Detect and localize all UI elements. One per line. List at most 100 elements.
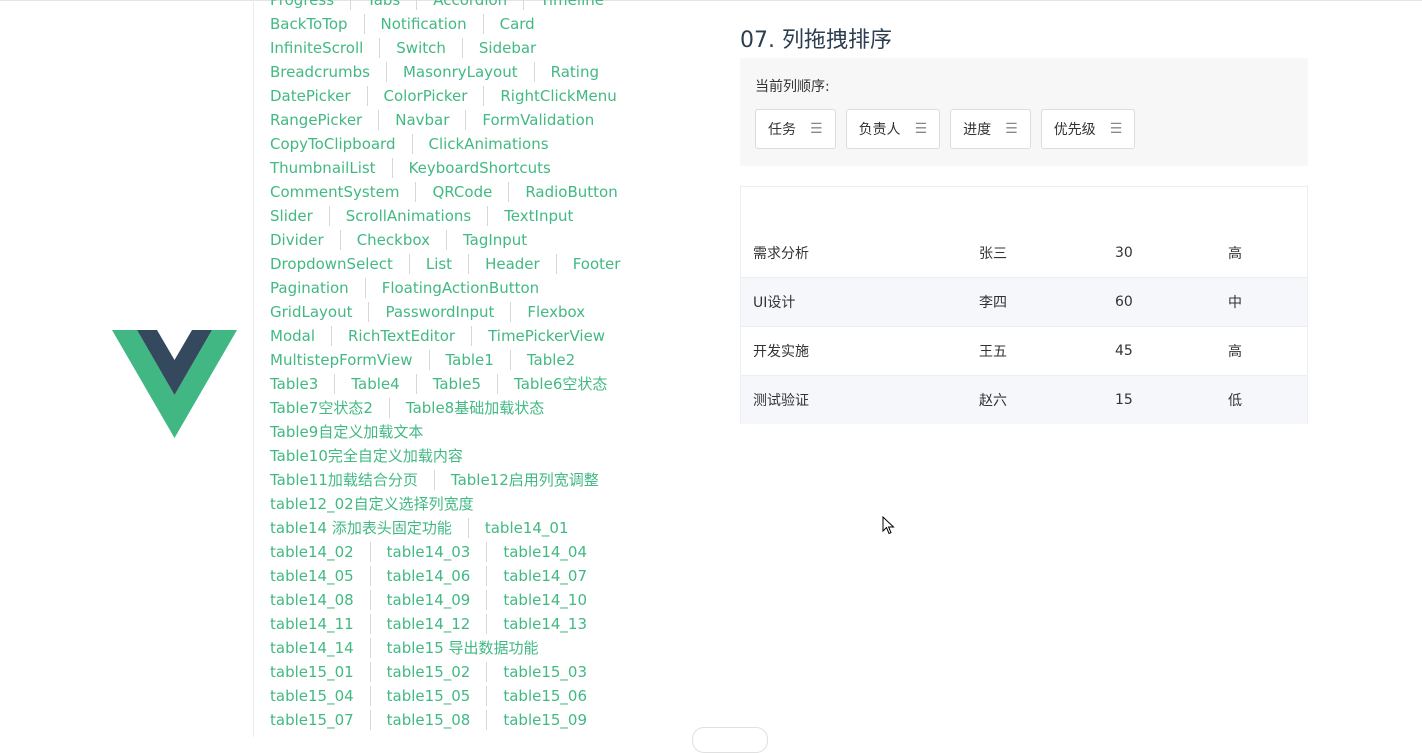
nav-link[interactable]: Footer	[555, 254, 637, 274]
nav-link[interactable]: CommentSystem	[254, 182, 415, 202]
nav-link[interactable]: InfiniteScroll	[254, 38, 379, 58]
nav-link[interactable]: table15_07	[254, 710, 370, 730]
nav-link[interactable]: PasswordInput	[368, 302, 510, 322]
nav-link[interactable]: Flexbox	[510, 302, 601, 322]
nav-link[interactable]: Divider	[254, 230, 340, 250]
nav-link[interactable]: Slider	[254, 206, 329, 226]
nav-link[interactable]: DatePicker	[254, 86, 367, 106]
nav-link[interactable]: FloatingActionButton	[364, 278, 555, 298]
nav-link[interactable]: Tabs	[350, 0, 416, 10]
column-chip[interactable]: 任务 ☰	[755, 109, 836, 149]
nav-link[interactable]: table14_10	[486, 590, 603, 610]
nav-link[interactable]: Sidebar	[461, 38, 552, 58]
nav-link[interactable]: table14_03	[369, 542, 487, 562]
nav-link[interactable]: table15_09	[486, 710, 603, 730]
nav-link[interactable]: Table11加载结合分页	[254, 470, 434, 490]
nav-link[interactable]: Table1	[428, 350, 510, 370]
nav-link[interactable]: table14_14	[254, 638, 370, 658]
nav-link[interactable]: table14_02	[254, 542, 370, 562]
nav-link[interactable]: RadioButton	[508, 182, 633, 202]
nav-link[interactable]: TextInput	[487, 206, 589, 226]
nav-row: table14_05 table14_06 table14_07	[254, 564, 654, 588]
nav-link[interactable]: table14_04	[486, 542, 603, 562]
nav-link[interactable]: Progress	[254, 0, 350, 10]
nav-link[interactable]: FormValidation	[465, 110, 610, 130]
nav-link[interactable]: table14 添加表头固定功能	[254, 518, 468, 538]
nav-link[interactable]: CopyToClipboard	[254, 134, 412, 154]
nav-link[interactable]: table14_12	[369, 614, 487, 634]
nav-link[interactable]: Checkbox	[339, 230, 446, 250]
nav-link[interactable]: Table4	[334, 374, 415, 394]
nav-link[interactable]: List	[408, 254, 468, 274]
nav-link[interactable]: ThumbnailList	[254, 158, 392, 178]
nav-link[interactable]: Timeline	[523, 0, 620, 10]
nav-link[interactable]: GridLayout	[254, 302, 368, 322]
nav-link[interactable]: BackToTop	[254, 14, 364, 34]
nav-link[interactable]: Table2	[509, 350, 591, 370]
nav-link[interactable]: Table8基础加载状态	[388, 398, 560, 418]
nav-link[interactable]: Accordion	[416, 0, 523, 10]
nav-link[interactable]: Table12启用列宽调整	[433, 470, 615, 490]
nav-link[interactable]: RichTextEditor	[331, 326, 471, 346]
nav-link[interactable]: Navbar	[378, 110, 465, 130]
nav-link[interactable]: Table7空状态2	[254, 398, 389, 418]
nav-link[interactable]: TagInput	[445, 230, 543, 250]
nav-link[interactable]: MultistepFormView	[254, 350, 429, 370]
floating-pill[interactable]	[692, 727, 768, 753]
nav-link[interactable]: Table5	[415, 374, 497, 394]
drag-handle-icon[interactable]: ☰	[915, 121, 928, 137]
nav-link[interactable]: RightClickMenu	[483, 86, 632, 106]
nav-link[interactable]: Header	[468, 254, 556, 274]
nav-link[interactable]: table15_08	[369, 710, 487, 730]
nav-link[interactable]: Rating	[533, 62, 615, 82]
nav-link[interactable]: RangePicker	[254, 110, 378, 130]
nav-row: table15_01 table15_02 table15_03	[254, 660, 654, 684]
nav-link[interactable]: Switch	[379, 38, 462, 58]
nav-link[interactable]: table14_09	[369, 590, 487, 610]
nav-link[interactable]: table12_02自定义选择列宽度	[254, 494, 490, 514]
nav-link[interactable]: Table3	[254, 374, 334, 394]
nav-link[interactable]: table14_08	[254, 590, 370, 610]
nav-link[interactable]: Breadcrumbs	[254, 62, 386, 82]
column-chip[interactable]: 进度 ☰	[950, 109, 1031, 149]
nav-link[interactable]: Pagination	[254, 278, 365, 298]
nav-link[interactable]: table14_07	[486, 566, 603, 586]
nav-link[interactable]: table15_01	[254, 662, 370, 682]
nav-link[interactable]: table14_01	[467, 518, 585, 538]
nav-link[interactable]: QRCode	[415, 182, 508, 202]
nav-link[interactable]: MasonryLayout	[385, 62, 534, 82]
nav-link[interactable]: KeyboardShortcuts	[391, 158, 567, 178]
nav-link[interactable]: table15_02	[369, 662, 487, 682]
nav-link[interactable]: Notification	[363, 14, 483, 34]
nav-link[interactable]: table15_06	[486, 686, 603, 706]
nav-link[interactable]: table14_13	[486, 614, 603, 634]
nav-link[interactable]: Table6空状态	[497, 374, 623, 394]
nav-link[interactable]: TimePickerView	[471, 326, 621, 346]
nav-link[interactable]: Modal	[254, 326, 331, 346]
nav-link[interactable]: ScrollAnimations	[328, 206, 487, 226]
nav-link[interactable]: table15_05	[369, 686, 487, 706]
table-header-cell[interactable]	[1216, 187, 1307, 229]
drag-handle-icon[interactable]: ☰	[810, 121, 823, 137]
column-chip[interactable]: 负责人 ☰	[845, 109, 941, 149]
nav-link[interactable]: table15_03	[486, 662, 603, 682]
nav-link[interactable]: DropdownSelect	[254, 254, 409, 274]
column-chip[interactable]: 优先级 ☰	[1040, 109, 1136, 149]
nav-link[interactable]: Table9自定义加载文本	[254, 422, 439, 442]
table-header-cell[interactable]	[967, 187, 1103, 229]
nav-link[interactable]: table14_11	[254, 614, 370, 634]
table-row: 开发实施 王五 45 高	[741, 326, 1307, 376]
nav-link[interactable]: table14_06	[369, 566, 487, 586]
table-header-cell[interactable]	[741, 187, 967, 229]
drag-handle-icon[interactable]: ☰	[1005, 121, 1018, 137]
nav-link[interactable]: table15_04	[254, 686, 370, 706]
table-cell: 赵六	[979, 393, 1007, 409]
drag-handle-icon[interactable]: ☰	[1110, 121, 1123, 137]
nav-link[interactable]: ColorPicker	[366, 86, 484, 106]
nav-link[interactable]: table15 导出数据功能	[369, 638, 555, 658]
nav-link[interactable]: table14_05	[254, 566, 370, 586]
nav-link[interactable]: ClickAnimations	[411, 134, 565, 154]
nav-link[interactable]: Table10完全自定义加载内容	[254, 446, 479, 466]
nav-link[interactable]: Card	[482, 14, 551, 34]
table-header-cell[interactable]	[1103, 187, 1216, 229]
